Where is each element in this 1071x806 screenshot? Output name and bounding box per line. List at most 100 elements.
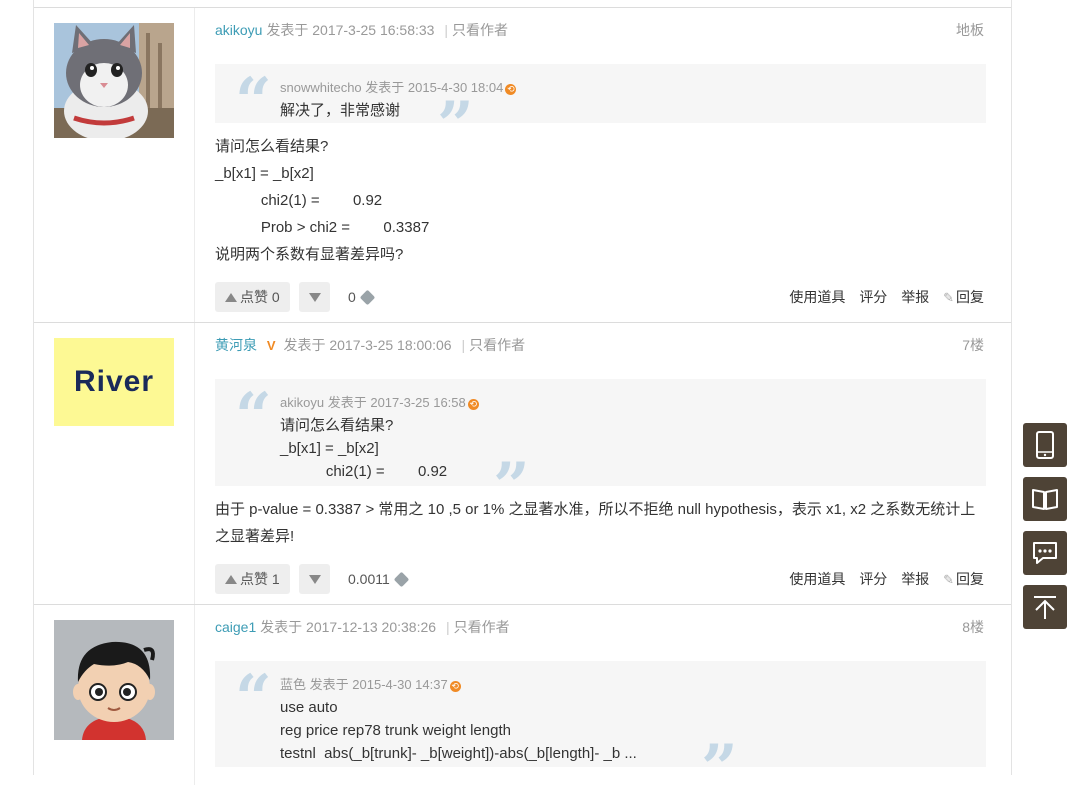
quote-block: “ ” snowwhitecho 发表于 2015-4-30 18:04 ⟲ 解决…: [215, 64, 986, 158]
floor-number[interactable]: 8楼: [962, 617, 984, 637]
open-quote-icon: “: [235, 379, 272, 454]
report-link[interactable]: 举报: [901, 289, 929, 305]
quote-header: snowwhitecho 发表于 2015-4-30 18:04 ⟲: [280, 80, 517, 95]
post-time: 发表于 2017-3-25 18:00:06: [283, 337, 452, 353]
use-item-link[interactable]: 使用道具: [789, 571, 845, 587]
author-link[interactable]: 黄河泉: [215, 337, 257, 353]
verified-icon: V: [266, 338, 276, 353]
floor-number[interactable]: 地板: [956, 20, 984, 40]
content-line: _b[x1] = _b[x2]: [215, 165, 314, 182]
post-main: akikoyu 发表于 2017-3-25 16:58:33 | 只看作者 地板 …: [215, 8, 986, 322]
like-button[interactable]: 点赞 0: [215, 282, 290, 312]
coin-icon: [393, 571, 410, 588]
post-sidebar: [34, 605, 195, 785]
post-content: 由于 p-value = 0.3387 > 常用之 10 ,5 or 1% 之显…: [215, 501, 976, 545]
mobile-button[interactable]: [1023, 423, 1067, 467]
content-line: Prob > chi2 = 0.3387: [215, 219, 430, 236]
coin-count: 0.0011: [348, 564, 410, 594]
post-sidebar: River: [34, 323, 195, 604]
post-time: 发表于 2017-3-25 16:58:33: [266, 22, 435, 38]
thread-container: akikoyu 发表于 2017-3-25 16:58:33 | 只看作者 地板 …: [33, 0, 1012, 801]
quote-line: testnl abs(_b[trunk]- _b[weight])-abs(_b…: [280, 745, 637, 762]
upvote-icon: [225, 575, 237, 584]
quote-body: akikoyu 发表于 2017-3-25 16:58 ⟲ 请问怎么看结果? _b…: [280, 391, 479, 483]
quote-line: chi2(1) = 0.92: [280, 463, 448, 480]
content-line: 说明两个系数有显著差异吗?: [215, 246, 404, 263]
reply-link[interactable]: 回复: [956, 571, 984, 587]
content-line: chi2(1) = 0.92: [215, 192, 383, 209]
like-button[interactable]: 点赞 1: [215, 564, 290, 594]
back-to-top-button[interactable]: [1023, 585, 1067, 629]
downvote-icon: [309, 575, 321, 584]
downvote-button[interactable]: [299, 282, 330, 312]
quote-line: 请问怎么看结果?: [280, 417, 394, 434]
report-link[interactable]: 举报: [901, 571, 929, 587]
cat-avatar-image: [54, 23, 174, 138]
downvote-icon: [309, 293, 321, 302]
quote-line: 解决了，非常感谢: [280, 102, 401, 119]
avatar[interactable]: [54, 23, 174, 138]
reply-link[interactable]: 回复: [956, 289, 984, 305]
rate-link[interactable]: 评分: [859, 571, 887, 587]
return-icon[interactable]: ⟲: [467, 399, 479, 410]
chat-button[interactable]: [1023, 531, 1067, 575]
meta-separator: |: [445, 619, 450, 635]
pencil-icon: ✎: [943, 290, 954, 305]
author-link[interactable]: caige1: [215, 619, 256, 635]
post-main: caige1 发表于 2017-12-13 20:38:26 | 只看作者 8楼 …: [215, 605, 986, 801]
return-icon[interactable]: ⟲: [505, 84, 517, 95]
quote-header: 蓝色 发表于 2015-4-30 14:37 ⟲: [280, 677, 461, 692]
post-meta: akikoyu 发表于 2017-3-25 16:58:33 | 只看作者: [215, 20, 508, 40]
floor-number[interactable]: 7楼: [962, 335, 984, 355]
post-content: 请问怎么看结果? _b[x1] = _b[x2] chi2(1) = 0.92 …: [215, 133, 429, 268]
post-actions: 点赞 0 0 使用道具 评分 举报 ✎ 回复: [215, 282, 986, 312]
quote-header: akikoyu 发表于 2017-3-25 16:58 ⟲: [280, 395, 479, 410]
only-author-link[interactable]: 只看作者: [469, 337, 525, 353]
quote-line: use auto: [280, 699, 338, 716]
cartoon-avatar-image: [54, 620, 174, 740]
reading-mode-button[interactable]: [1023, 477, 1067, 521]
quote-line: reg price rep78 trunk weight length: [280, 722, 511, 739]
avatar[interactable]: River: [54, 338, 174, 426]
post-actions: 点赞 1 0.0011 使用道具 评分 举报 ✎ 回复: [215, 564, 986, 594]
mobile-icon: [1036, 431, 1054, 459]
post-tools: 使用道具 评分 举报 ✎ 回复: [779, 564, 984, 595]
post: River 黄河泉 V 发表于 2017-3-25 18:00:06 | 只看作者…: [34, 323, 1011, 605]
post-main: 黄河泉 V 发表于 2017-3-25 18:00:06 | 只看作者 7楼 “ …: [215, 323, 986, 604]
quote-block: “ ” akikoyu 发表于 2017-3-25 16:58 ⟲ 请问怎么看结果…: [215, 379, 986, 519]
post-meta: 黄河泉 V 发表于 2017-3-25 18:00:06 | 只看作者: [215, 335, 525, 355]
post: akikoyu 发表于 2017-3-25 16:58:33 | 只看作者 地板 …: [34, 8, 1011, 323]
upvote-icon: [225, 293, 237, 302]
post-time: 发表于 2017-12-13 20:38:26: [260, 619, 437, 635]
back-to-top-icon: [1034, 596, 1056, 619]
avatar[interactable]: [54, 620, 174, 740]
close-quote-icon: ”: [701, 731, 738, 806]
quote-block: “ ” 蓝色 发表于 2015-4-30 14:37 ⟲ use auto reg…: [215, 661, 986, 801]
post-sidebar: [34, 8, 195, 322]
open-quote-icon: “: [235, 64, 272, 139]
book-icon: [1032, 489, 1058, 510]
quote-body: 蓝色 发表于 2015-4-30 14:37 ⟲ use auto reg pri…: [280, 673, 637, 765]
post-meta: caige1 发表于 2017-12-13 20:38:26 | 只看作者: [215, 617, 510, 637]
author-link[interactable]: akikoyu: [215, 22, 262, 38]
rate-link[interactable]: 评分: [859, 289, 887, 305]
use-item-link[interactable]: 使用道具: [789, 289, 845, 305]
return-icon[interactable]: ⟲: [449, 681, 461, 692]
floating-toolbar: [1023, 423, 1067, 639]
coin-icon: [359, 289, 376, 306]
avatar-text: River: [73, 365, 155, 398]
pencil-icon: ✎: [943, 572, 954, 587]
coin-count: 0: [348, 282, 376, 312]
meta-separator: |: [444, 22, 448, 38]
chat-icon: [1033, 542, 1057, 564]
downvote-button[interactable]: [299, 564, 330, 594]
quote-body: snowwhitecho 发表于 2015-4-30 18:04 ⟲ 解决了，非常…: [280, 76, 517, 122]
meta-separator: |: [461, 337, 466, 353]
post: caige1 发表于 2017-12-13 20:38:26 | 只看作者 8楼 …: [34, 605, 1011, 801]
only-author-link[interactable]: 只看作者: [454, 619, 510, 635]
only-author-link[interactable]: 只看作者: [452, 22, 508, 38]
open-quote-icon: “: [235, 661, 272, 736]
post-tools: 使用道具 评分 举报 ✎ 回复: [779, 282, 984, 313]
quote-line: _b[x1] = _b[x2]: [280, 440, 379, 457]
content-line: 请问怎么看结果?: [215, 138, 329, 155]
